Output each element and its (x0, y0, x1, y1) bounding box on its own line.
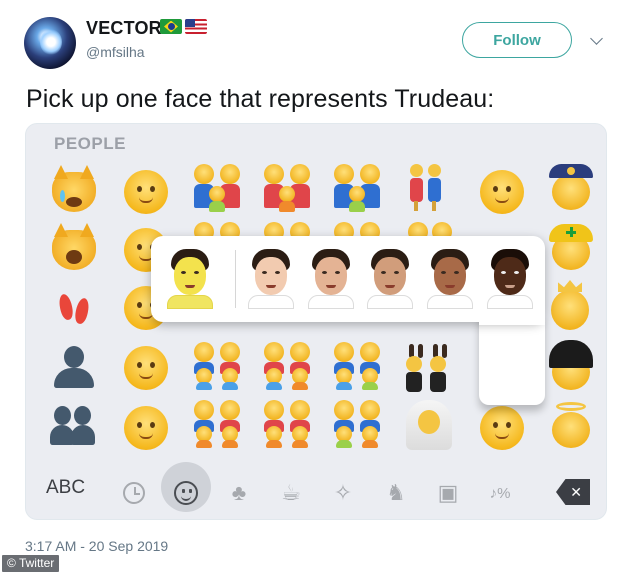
man-emoji-icon[interactable] (480, 170, 524, 214)
celebration-icon[interactable]: ✧ (329, 479, 357, 507)
weary-cat-emoji-icon[interactable] (52, 230, 96, 270)
family-two-men-emoji-icon[interactable] (332, 164, 384, 212)
crying-cat-emoji-icon[interactable] (52, 172, 96, 212)
recent-icon[interactable] (120, 479, 148, 507)
brazil-flag-icon (160, 19, 182, 34)
family-two-girls-emoji-icon[interactable] (192, 400, 244, 448)
woman-emoji-icon[interactable] (124, 406, 168, 450)
footprints-emoji-icon[interactable] (54, 288, 94, 328)
family-emoji-icon[interactable] (406, 222, 458, 236)
delete-key[interactable]: ✕ (556, 479, 590, 505)
family-two-women-boy-emoji-icon[interactable] (262, 342, 314, 390)
activity-icon[interactable]: ♞ (382, 479, 410, 507)
image-credit: © Twitter (2, 555, 60, 572)
nature-icon[interactable]: ♣ (225, 479, 253, 507)
family-emoji-icon[interactable] (192, 164, 244, 212)
popup-pointer (479, 314, 545, 405)
family-emoji-icon[interactable] (192, 222, 244, 236)
chevron-down-icon[interactable] (590, 32, 603, 45)
rescue-worker-helmet-emoji-icon[interactable] (548, 224, 594, 272)
profile-avatar[interactable] (24, 17, 76, 69)
guardsman-emoji-icon[interactable] (548, 340, 594, 392)
princess-emoji-icon[interactable] (548, 280, 592, 332)
bride-with-veil-emoji-icon[interactable] (406, 400, 452, 450)
bust-silhouette-emoji-icon[interactable] (52, 346, 96, 388)
tweet-timestamp[interactable]: 3:17 AM - 20 Sep 2019 (25, 538, 168, 554)
man-emoji-icon[interactable] (124, 346, 168, 390)
family-emoji-icon[interactable] (332, 222, 384, 236)
couple-holding-hands-emoji-icon[interactable] (406, 164, 446, 212)
food-icon[interactable]: ☕ (277, 479, 305, 507)
skin-tone-option[interactable] (306, 249, 354, 309)
skin-tone-option[interactable] (485, 249, 534, 309)
family-emoji-icon[interactable] (262, 222, 314, 236)
abc-key[interactable]: ABC (46, 477, 85, 499)
tweet-media-image[interactable]: PEOPLE ABC ♣ ☕ ✧ ♞ ▣ ♪% ✕ (25, 123, 607, 520)
display-name[interactable]: VECTOR (86, 18, 162, 39)
popup-pointer-join (479, 309, 545, 325)
family-two-women-girls-emoji-icon[interactable] (262, 400, 314, 448)
busts-silhouette-emoji-icon[interactable] (50, 404, 96, 446)
skin-tone-option[interactable] (165, 249, 213, 309)
travel-icon[interactable]: ▣ (434, 479, 462, 507)
family-two-men-girls-emoji-icon[interactable] (332, 400, 384, 448)
usa-flag-icon (185, 19, 207, 34)
family-two-men-boys-emoji-icon[interactable] (332, 342, 384, 390)
follow-button[interactable]: Follow (462, 22, 572, 58)
skin-tone-option[interactable] (365, 249, 414, 309)
skin-tone-option[interactable] (425, 249, 474, 309)
baby-angel-emoji-icon[interactable] (548, 402, 594, 452)
skin-tone-option[interactable] (246, 249, 294, 309)
baby-emoji-icon[interactable] (124, 170, 168, 214)
woman-emoji-icon[interactable] (480, 406, 524, 450)
police-officer-emoji-icon[interactable] (548, 164, 594, 212)
keyboard-category-bar: ABC ♣ ☕ ✧ ♞ ▣ ♪% ✕ (26, 462, 606, 519)
dancers-bunny-ears-emoji-icon[interactable] (406, 344, 452, 392)
family-two-boys-emoji-icon[interactable] (192, 342, 244, 390)
tweet-text: Pick up one face that represents Trudeau… (26, 85, 495, 113)
name-flags (160, 19, 207, 34)
symbols-icon[interactable]: ♪% (486, 479, 514, 507)
smiley-icon[interactable] (172, 479, 200, 507)
emoji-category-label: PEOPLE (54, 134, 126, 153)
family-two-girls-emoji-icon[interactable] (262, 164, 314, 212)
popup-divider (234, 250, 236, 308)
user-handle[interactable]: @mfsilha (86, 44, 145, 60)
